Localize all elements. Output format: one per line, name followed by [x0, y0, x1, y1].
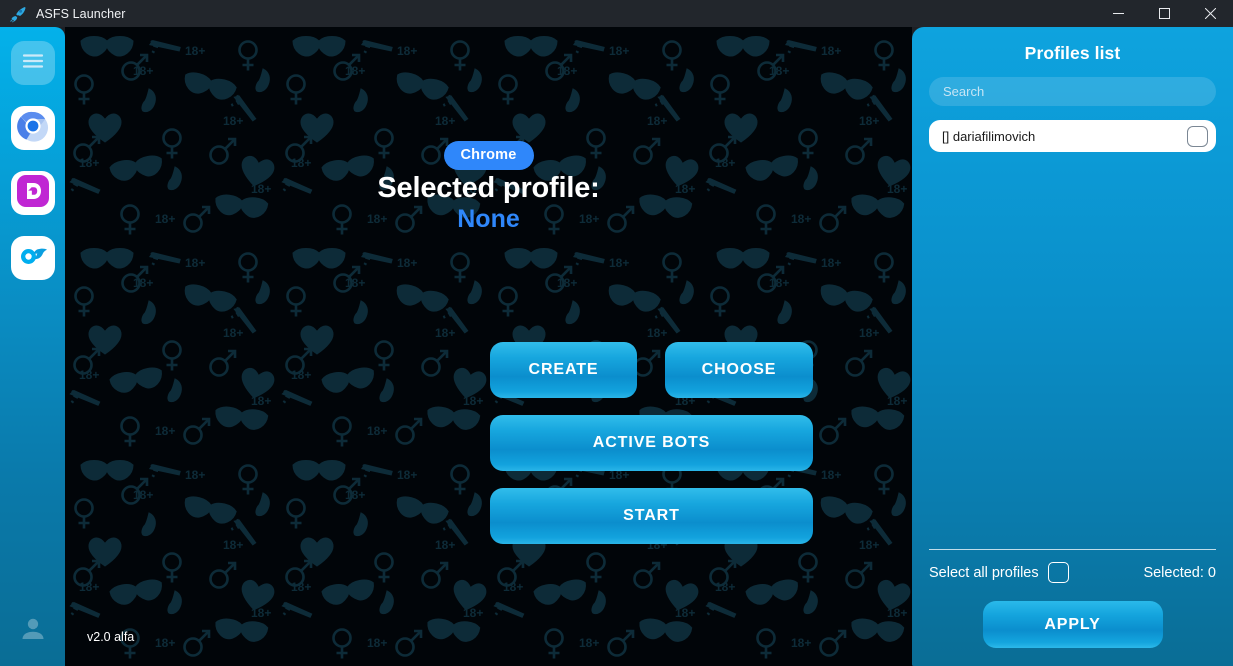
title-bar: ASFS Launcher — [0, 0, 1233, 27]
minimize-icon[interactable] — [1095, 0, 1141, 27]
sidebar — [0, 27, 65, 666]
start-button[interactable]: START — [490, 488, 813, 544]
maximize-icon[interactable] — [1141, 0, 1187, 27]
dolphin-anty-icon — [16, 174, 50, 213]
stage-content: Chrome Selected profile: None CREATE CHO… — [65, 27, 912, 666]
browser-badge[interactable]: Chrome — [443, 141, 534, 170]
select-all-checkbox[interactable] — [1047, 562, 1069, 583]
sidebar-item-menu[interactable] — [10, 41, 55, 85]
user-avatar-icon — [18, 614, 48, 649]
sidebar-item-onlyfans[interactable] — [10, 236, 55, 280]
profiles-list[interactable]: [] dariafilimovich — [929, 120, 1216, 549]
active-bots-button[interactable]: ACTIVE BOTS — [490, 415, 813, 471]
selected-count: Selected: 0 — [1143, 564, 1216, 581]
select-all-label: Select all profiles — [929, 564, 1039, 581]
create-button[interactable]: CREATE — [490, 342, 637, 398]
select-all-row: Select all profiles Selected: 0 — [929, 562, 1216, 583]
search-input[interactable] — [929, 77, 1216, 106]
footer-divider — [929, 549, 1216, 550]
onlyfans-icon — [16, 239, 50, 278]
app-window: ASFS Launcher Chrome Selected profile: N… — [0, 0, 1233, 666]
selected-profile-label: Selected profile: — [377, 172, 600, 204]
version-label: v2.0 alfa — [87, 630, 135, 644]
window-title: ASFS Launcher — [36, 6, 126, 21]
main-stage: 18+ 18+ 18+ 18+ 18+ 18+ Chrome Selected … — [65, 27, 912, 666]
selected-profile-value: None — [457, 205, 520, 233]
profile-name: [] dariafilimovich — [942, 128, 1036, 144]
apply-button[interactable]: APPLY — [982, 601, 1163, 648]
sidebar-item-chromium[interactable] — [10, 106, 55, 150]
app-logo-icon — [9, 5, 27, 23]
account-avatar[interactable] — [10, 608, 56, 654]
chromium-browser-icon — [16, 110, 49, 147]
search-wrapper — [929, 77, 1216, 106]
profile-checkbox[interactable] — [1187, 125, 1208, 147]
panel-footer: Select all profiles Selected: 0 APPLY — [929, 549, 1216, 666]
close-icon[interactable] — [1187, 0, 1233, 27]
hamburger-menu-icon — [22, 53, 44, 74]
sidebar-item-dolphin[interactable] — [10, 171, 55, 215]
list-item[interactable]: [] dariafilimovich — [929, 120, 1216, 152]
choose-button[interactable]: CHOOSE — [665, 342, 813, 398]
profiles-panel: Profiles list [] dariafilimovich Select … — [912, 27, 1233, 666]
panel-title: Profiles list — [1024, 43, 1121, 63]
